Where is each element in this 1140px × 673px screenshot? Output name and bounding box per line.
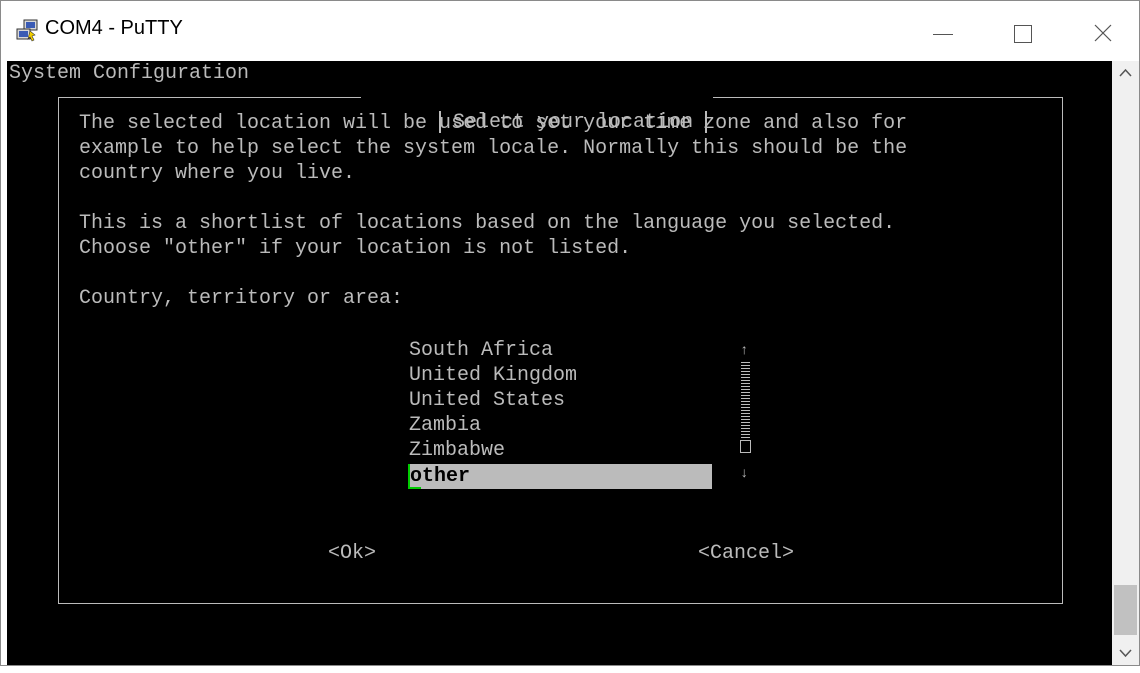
option-south-africa[interactable]: South Africa	[409, 338, 553, 363]
option-other-selected[interactable]: other	[408, 464, 712, 489]
list-scrollbar-track[interactable]	[741, 362, 750, 438]
maximize-icon	[1014, 25, 1032, 43]
minimize-icon	[933, 34, 953, 35]
option-united-kingdom[interactable]: United Kingdom	[409, 363, 577, 388]
paragraph-line: example to help select the system locale…	[79, 137, 908, 160]
option-zambia[interactable]: Zambia	[409, 413, 481, 438]
paragraph-line: Choose "other" if your location is not l…	[79, 237, 632, 260]
paragraph-line: The selected location will be used to se…	[79, 112, 908, 135]
paragraph-line: country where you live.	[79, 162, 356, 185]
chevron-up-icon[interactable]	[1112, 61, 1139, 86]
terminal-header: System Configuration	[9, 62, 250, 85]
close-button[interactable]	[1076, 1, 1126, 61]
list-scroll-up-icon[interactable]: ↑	[740, 343, 748, 359]
window-scrollbar[interactable]	[1112, 61, 1139, 665]
option-united-states[interactable]: United States	[409, 388, 565, 413]
prompt-label: Country, territory or area:	[79, 287, 404, 310]
cancel-button[interactable]: <Cancel>	[698, 541, 794, 566]
window-title: COM4 - PuTTY	[45, 17, 183, 39]
paragraph-line: This is a shortlist of locations based o…	[79, 212, 896, 235]
putty-icon	[16, 19, 38, 42]
title-bar[interactable]: COM4 - PuTTY	[1, 1, 1139, 61]
dialog-title: Select your location	[361, 85, 714, 134]
close-icon	[1094, 24, 1112, 42]
maximize-button[interactable]	[1001, 1, 1051, 61]
option-zimbabwe[interactable]: Zimbabwe	[409, 438, 505, 463]
list-scrollbar-thumb[interactable]	[740, 440, 751, 453]
putty-window: COM4 - PuTTY System Configuration Select…	[0, 0, 1140, 666]
chevron-down-icon[interactable]	[1112, 640, 1139, 665]
list-scroll-down-icon[interactable]: ↓	[740, 466, 748, 482]
ok-button[interactable]: <Ok>	[328, 541, 376, 566]
minimize-button[interactable]	[921, 1, 971, 61]
terminal-area[interactable]: System Configuration Select your locatio…	[7, 61, 1112, 665]
text-cursor	[408, 464, 421, 489]
window-scrollbar-thumb[interactable]	[1114, 585, 1137, 635]
